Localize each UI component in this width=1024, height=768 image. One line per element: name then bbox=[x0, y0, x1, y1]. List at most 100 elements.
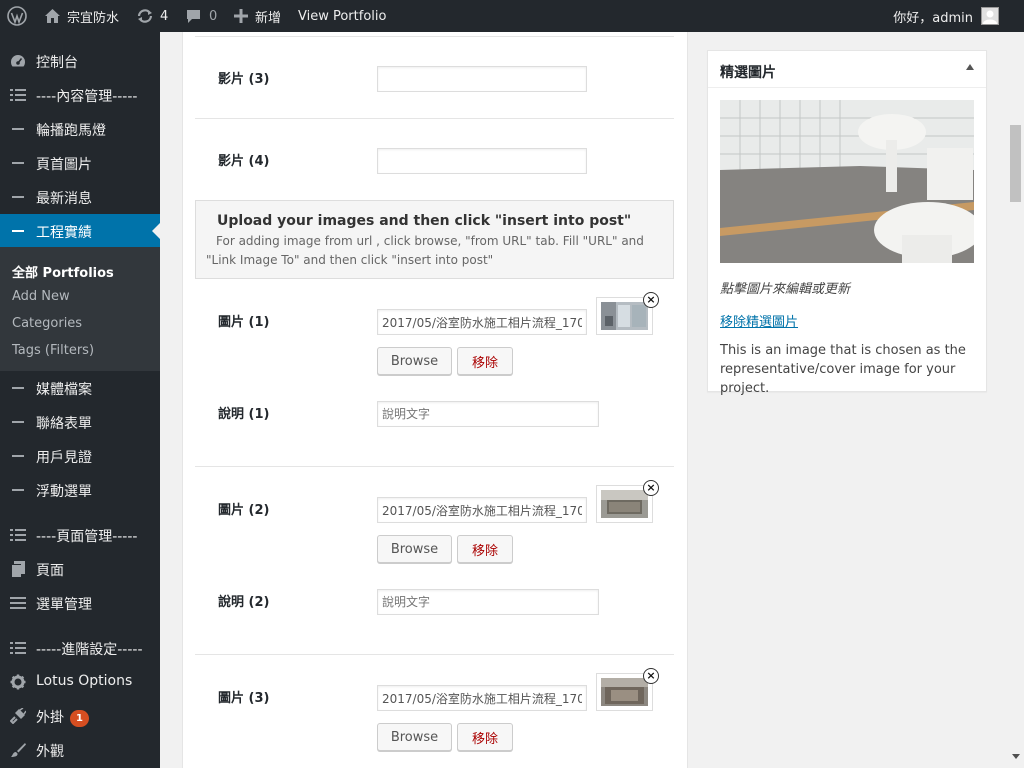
sidebar-item-label: Lotus Options bbox=[36, 673, 133, 689]
upload-instructions: Upload your images and then click "inser… bbox=[195, 200, 674, 279]
image-1-path-input[interactable] bbox=[377, 309, 587, 335]
updates-icon bbox=[136, 8, 154, 24]
sidebar-item-label-wrap: 外掛 1 bbox=[36, 707, 89, 727]
sidebar-item-floating-menu[interactable]: 浮動選單 bbox=[0, 473, 160, 507]
submenu-categories[interactable]: Categories bbox=[12, 316, 82, 331]
video-3-label: 影片 (3) bbox=[218, 72, 270, 87]
sidebar-item-label: 最新消息 bbox=[36, 191, 92, 207]
sidebar-item-appearance[interactable]: 外觀 bbox=[0, 733, 160, 767]
submenu-prefix: 全部 bbox=[12, 266, 39, 281]
image-2-label: 圖片 (2) bbox=[218, 503, 270, 518]
admin-sidebar: 控制台 ----內容管理----- 輪播跑馬燈 頁首圖片 最新消息 工程實績 全… bbox=[0, 32, 160, 768]
sidebar-item-label: 外掛 bbox=[36, 710, 64, 726]
sidebar-item-content-management[interactable]: ----內容管理----- bbox=[0, 78, 160, 112]
scroll-down-arrow-icon[interactable] bbox=[1012, 754, 1020, 759]
sidebar-item-page-management[interactable]: ----頁面管理----- bbox=[0, 518, 160, 552]
image-1-close-icon[interactable]: × bbox=[643, 292, 659, 308]
brush-icon bbox=[10, 742, 26, 758]
my-account-link[interactable]: 你好，admin bbox=[893, 0, 999, 32]
image-3-remove-button[interactable]: 移除 bbox=[457, 723, 513, 751]
video-4-input[interactable] bbox=[377, 148, 587, 174]
sidebar-item-lotus-options[interactable]: Lotus Options bbox=[0, 665, 160, 699]
sidebar-item-menus[interactable]: 選單管理 bbox=[0, 586, 160, 620]
image-3-browse-button[interactable]: Browse bbox=[377, 723, 452, 751]
sidebar-item-plugins[interactable]: 外掛 1 bbox=[0, 699, 160, 733]
image-3-close-icon[interactable]: × bbox=[643, 668, 659, 684]
featured-image-hint: 點擊圖片來編輯或更新 bbox=[720, 282, 851, 297]
portfolio-meta-panel: 影片 (3) 影片 (4) Upload your images and the… bbox=[182, 32, 688, 768]
submenu-all-label: Portfolios bbox=[42, 266, 114, 281]
image-3-preview bbox=[601, 678, 648, 706]
sidebar-item-label: 用戶見證 bbox=[36, 450, 92, 466]
site-home-link[interactable]: 宗宜防水 bbox=[44, 0, 119, 32]
updates-count: 4 bbox=[160, 8, 169, 24]
new-label: 新增 bbox=[255, 10, 282, 26]
caption-1-input[interactable] bbox=[377, 401, 599, 427]
sidebar-item-dashboard[interactable]: 控制台 bbox=[0, 44, 160, 78]
dashboard-icon bbox=[10, 53, 26, 69]
home-icon bbox=[44, 8, 61, 24]
pages-icon bbox=[10, 561, 26, 577]
sidebar-item-portfolio[interactable]: 工程實績 bbox=[0, 214, 160, 248]
caption-1-label: 說明 (1) bbox=[218, 407, 270, 422]
dash-icon bbox=[10, 482, 26, 498]
upload-description: For adding image from url , click browse… bbox=[206, 234, 644, 267]
plugin-icon bbox=[10, 708, 26, 724]
featured-image-box: 精選圖片 點擊圖片來編輯或更新 移除精選圖片 This is an image … bbox=[707, 50, 987, 396]
divider bbox=[195, 466, 674, 467]
divider bbox=[195, 118, 674, 119]
image-1-browse-button[interactable]: Browse bbox=[377, 347, 452, 375]
image-2-remove-button[interactable]: 移除 bbox=[457, 535, 513, 563]
submenu-tags[interactable]: Tags (Filters) bbox=[12, 343, 94, 358]
sidebar-item-testimonials[interactable]: 用戶見證 bbox=[0, 439, 160, 473]
view-portfolio-link[interactable]: View Portfolio bbox=[298, 0, 386, 32]
dash-icon bbox=[10, 121, 26, 137]
submenu-add-new[interactable]: Add New bbox=[12, 289, 70, 304]
menu-icon bbox=[10, 595, 26, 611]
image-2-browse-button[interactable]: Browse bbox=[377, 535, 452, 563]
collapse-arrow-icon[interactable] bbox=[966, 64, 974, 70]
dash-icon bbox=[10, 155, 26, 171]
new-content-link[interactable]: 新增 bbox=[234, 0, 281, 32]
view-portfolio-label: View Portfolio bbox=[298, 8, 387, 24]
image-2-close-icon[interactable]: × bbox=[643, 480, 659, 496]
sidebar-item-news[interactable]: 最新消息 bbox=[0, 180, 160, 214]
dash-icon bbox=[10, 189, 26, 205]
updates-link[interactable]: 4 bbox=[136, 0, 168, 32]
caption-2-input[interactable] bbox=[377, 589, 599, 615]
list-icon bbox=[10, 640, 26, 656]
image-3-path-input[interactable] bbox=[377, 685, 587, 711]
sidebar-item-header-image[interactable]: 頁首圖片 bbox=[0, 146, 160, 180]
remove-featured-image-link[interactable]: 移除精選圖片 bbox=[720, 311, 798, 330]
sidebar-item-carousel[interactable]: 輪播跑馬燈 bbox=[0, 112, 160, 146]
image-1-remove-button[interactable]: 移除 bbox=[457, 347, 513, 375]
page-scrollbar[interactable] bbox=[1007, 32, 1024, 768]
portfolio-submenu: 全部 Portfolios Add New Categories Tags (F… bbox=[0, 247, 160, 371]
dash-icon bbox=[10, 414, 26, 430]
featured-image[interactable] bbox=[720, 100, 974, 263]
sidebar-item-pages[interactable]: 頁面 bbox=[0, 552, 160, 586]
wordpress-logo-icon[interactable] bbox=[7, 0, 27, 32]
avatar bbox=[981, 7, 999, 25]
admin-bar: 宗宜防水 4 0 新增 View Portfolio 你好，admin bbox=[0, 0, 1024, 32]
featured-image-header[interactable]: 精選圖片 bbox=[708, 51, 986, 88]
plus-icon bbox=[234, 9, 248, 23]
sidebar-item-label: 控制台 bbox=[36, 55, 78, 71]
divider bbox=[195, 654, 674, 655]
caption-2-label: 說明 (2) bbox=[218, 595, 270, 610]
sidebar-item-label: ----內容管理----- bbox=[36, 89, 138, 105]
sidebar-item-label: 選單管理 bbox=[36, 597, 92, 613]
sidebar-item-label: 頁首圖片 bbox=[36, 157, 92, 173]
sidebar-item-label: 浮動選單 bbox=[36, 484, 92, 500]
video-3-input[interactable] bbox=[377, 66, 587, 92]
image-3-label: 圖片 (3) bbox=[218, 691, 270, 706]
sidebar-item-media[interactable]: 媒體檔案 bbox=[0, 371, 160, 405]
submenu-all-portfolios[interactable]: 全部 Portfolios bbox=[12, 262, 114, 281]
sidebar-item-label: ----頁面管理----- bbox=[36, 529, 138, 545]
comments-link[interactable]: 0 bbox=[186, 0, 217, 32]
image-2-path-input[interactable] bbox=[377, 497, 587, 523]
scrollbar-thumb[interactable] bbox=[1010, 125, 1021, 202]
sidebar-item-contact-form[interactable]: 聯絡表單 bbox=[0, 405, 160, 439]
sidebar-item-label: -----進階設定----- bbox=[36, 642, 143, 658]
sidebar-item-advanced-settings[interactable]: -----進階設定----- bbox=[0, 631, 160, 665]
